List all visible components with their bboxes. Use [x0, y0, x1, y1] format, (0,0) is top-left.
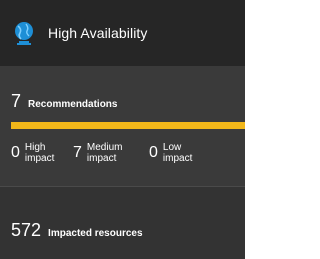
high-availability-card[interactable]: High Availability 7 Recommendations 0 Hi…	[0, 0, 247, 259]
impacted-resources-section[interactable]: 572 Impacted resources	[0, 186, 245, 259]
low-impact-stat: 0 Low impact	[149, 142, 192, 164]
low-impact-count: 0	[149, 144, 158, 161]
medium-impact-count: 7	[73, 144, 82, 161]
recommendations-label: Recommendations	[28, 99, 118, 110]
high-impact-label: High impact	[24, 142, 55, 164]
medium-impact-label: Medium impact	[86, 142, 123, 164]
recommendations-count: 7	[11, 91, 22, 111]
high-impact-stat: 0 High impact	[11, 142, 54, 164]
card-title: High Availability	[48, 25, 148, 41]
low-impact-label: Low impact	[162, 142, 193, 164]
recommendations-section[interactable]: 7 Recommendations 0 High impact 7 Medium i…	[0, 66, 245, 186]
impacted-resources-label: Impacted resources	[48, 228, 143, 239]
severity-bar-medium-fill	[11, 122, 245, 129]
globe-icon	[12, 20, 36, 46]
card-header: High Availability	[0, 0, 245, 66]
medium-impact-stat: 7 Medium impact	[73, 142, 122, 164]
impacted-resources-count: 572	[11, 220, 42, 240]
high-impact-count: 0	[11, 144, 20, 161]
severity-bar	[11, 122, 245, 129]
